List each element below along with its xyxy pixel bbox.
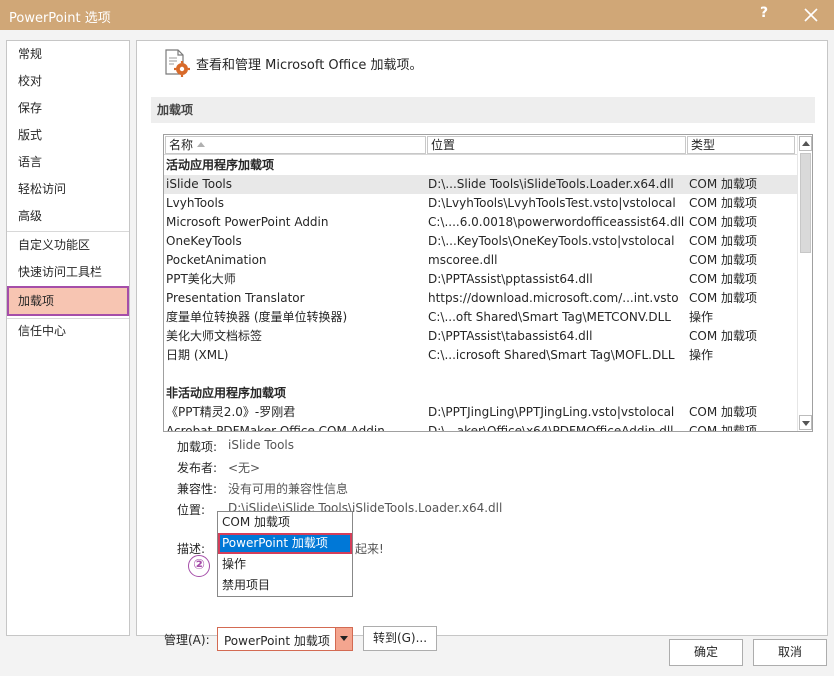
dropdown-option-powerpoint[interactable]: PowerPoint 加载项 (218, 533, 352, 554)
dropdown-option-disabled[interactable]: 禁用项目 (218, 575, 352, 596)
column-header-name[interactable]: 名称 (165, 136, 426, 154)
detail-publisher-label: 发布者: (177, 461, 218, 475)
table-row[interactable]: OneKeyTools D:\...KeyTools\OneKeyTools.v… (164, 232, 797, 251)
detail-compat-label: 兼容性: (177, 482, 218, 496)
caret-down-icon (802, 421, 810, 426)
caret-up-icon (802, 141, 810, 146)
title-bar: PowerPoint 选项 ? (0, 0, 834, 30)
nav-item-language[interactable]: 语言 (7, 149, 129, 175)
table-row[interactable]: Acrobat PDFMaker Office COM Addin D:\...… (164, 422, 797, 431)
scroll-down-button[interactable] (799, 415, 812, 430)
nav-item-quick-access-toolbar[interactable]: 快速访问工具栏 (7, 259, 129, 285)
manage-label: 管理(A): (164, 633, 210, 647)
addins-list[interactable]: 名称 位置 类型 活动应用程序加载项 iSlide Tools D:\...Sl… (163, 134, 813, 432)
group-header-active: 活动应用程序加载项 (166, 158, 275, 172)
list-scrollbar[interactable] (797, 135, 812, 431)
detail-publisher-value: <无> (228, 461, 261, 475)
section-header-addins: 加载项 (151, 97, 815, 123)
scroll-up-button[interactable] (799, 136, 812, 151)
manage-select-value: PowerPoint 加载项 (224, 634, 330, 648)
manage-select[interactable]: PowerPoint 加载项 (217, 627, 353, 651)
table-row[interactable]: PocketAnimation mscoree.dll COM 加载项 (164, 251, 797, 270)
scrollbar-thumb[interactable] (800, 153, 811, 253)
nav-item-proofing[interactable]: 校对 (7, 68, 129, 94)
dropdown-option-com[interactable]: COM 加载项 (218, 512, 352, 533)
table-row[interactable]: iSlide Tools D:\...Slide Tools\iSlideToo… (164, 175, 797, 194)
window-title: PowerPoint 选项 (9, 11, 111, 26)
list-header: 名称 位置 类型 (164, 135, 797, 155)
nav-item-addins[interactable]: 加载项 (7, 286, 129, 316)
go-button[interactable]: 转到(G)... (363, 626, 437, 651)
detail-compat-value: 没有可用的兼容性信息 (228, 482, 349, 496)
column-header-location[interactable]: 位置 (427, 136, 686, 154)
manage-dropdown-list: COM 加载项 PowerPoint 加载项 操作 禁用项目 (217, 511, 353, 597)
detail-description-value: 起来! (355, 542, 384, 556)
table-row[interactable]: Microsoft PowerPoint Addin C:\....6.0.00… (164, 213, 797, 232)
page-title: 查看和管理 Microsoft Office 加载项。 (196, 58, 423, 73)
nav-item-trust-center[interactable]: 信任中心 (7, 318, 129, 344)
table-row[interactable]: 日期 (XML) C:\...icrosoft Shared\Smart Tag… (164, 346, 797, 365)
help-icon[interactable]: ? (760, 5, 768, 21)
table-row[interactable]: 美化大师文档标签 D:\PPTAssist\tabassist64.dll CO… (164, 327, 797, 346)
table-row[interactable]: 《PPT精灵2.0》-罗刚君 D:\PPTJingLing\PPTJingLin… (164, 403, 797, 422)
column-header-type[interactable]: 类型 (687, 136, 795, 154)
addin-settings-icon (165, 49, 190, 77)
detail-location-label: 位置: (177, 503, 206, 517)
nav-item-customize-ribbon[interactable]: 自定义功能区 (7, 232, 129, 258)
table-row[interactable]: LvyhTools D:\LvyhTools\LvyhToolsTest.vst… (164, 194, 797, 213)
chevron-down-icon (340, 636, 348, 641)
nav-item-layout[interactable]: 版式 (7, 122, 129, 148)
detail-addin-value: iSlide Tools (228, 438, 294, 452)
options-nav: 常规 校对 保存 版式 语言 轻松访问 高级 自定义功能区 快速访问工具栏 加载… (6, 40, 130, 636)
group-header-inactive: 非活动应用程序加载项 (166, 386, 287, 400)
nav-item-accessibility[interactable]: 轻松访问 (7, 176, 129, 202)
ok-button[interactable]: 确定 (669, 639, 743, 666)
dropdown-option-actions[interactable]: 操作 (218, 554, 352, 575)
detail-addin-label: 加载项: (177, 440, 218, 454)
table-row[interactable]: 度量单位转换器 (度量单位转换器) C:\...oft Shared\Smart… (164, 308, 797, 327)
close-icon[interactable] (799, 4, 823, 26)
nav-item-general[interactable]: 常规 (7, 41, 129, 67)
nav-item-save[interactable]: 保存 (7, 95, 129, 121)
dialog-body: 常规 校对 保存 版式 语言 轻松访问 高级 自定义功能区 快速访问工具栏 加载… (0, 30, 834, 676)
manage-select-toggle[interactable] (335, 628, 352, 650)
cancel-button[interactable]: 取消 (753, 639, 827, 666)
addins-panel: 查看和管理 Microsoft Office 加载项。 加载项 名称 位置 类型… (136, 40, 828, 651)
table-row[interactable]: PPT美化大师 D:\PPTAssist\pptassist64.dll COM… (164, 270, 797, 289)
nav-item-advanced[interactable]: 高级 (7, 203, 129, 229)
table-row[interactable]: Presentation Translator https://download… (164, 289, 797, 308)
sort-ascending-icon (197, 142, 206, 147)
callout-marker-2: ② (188, 555, 210, 577)
